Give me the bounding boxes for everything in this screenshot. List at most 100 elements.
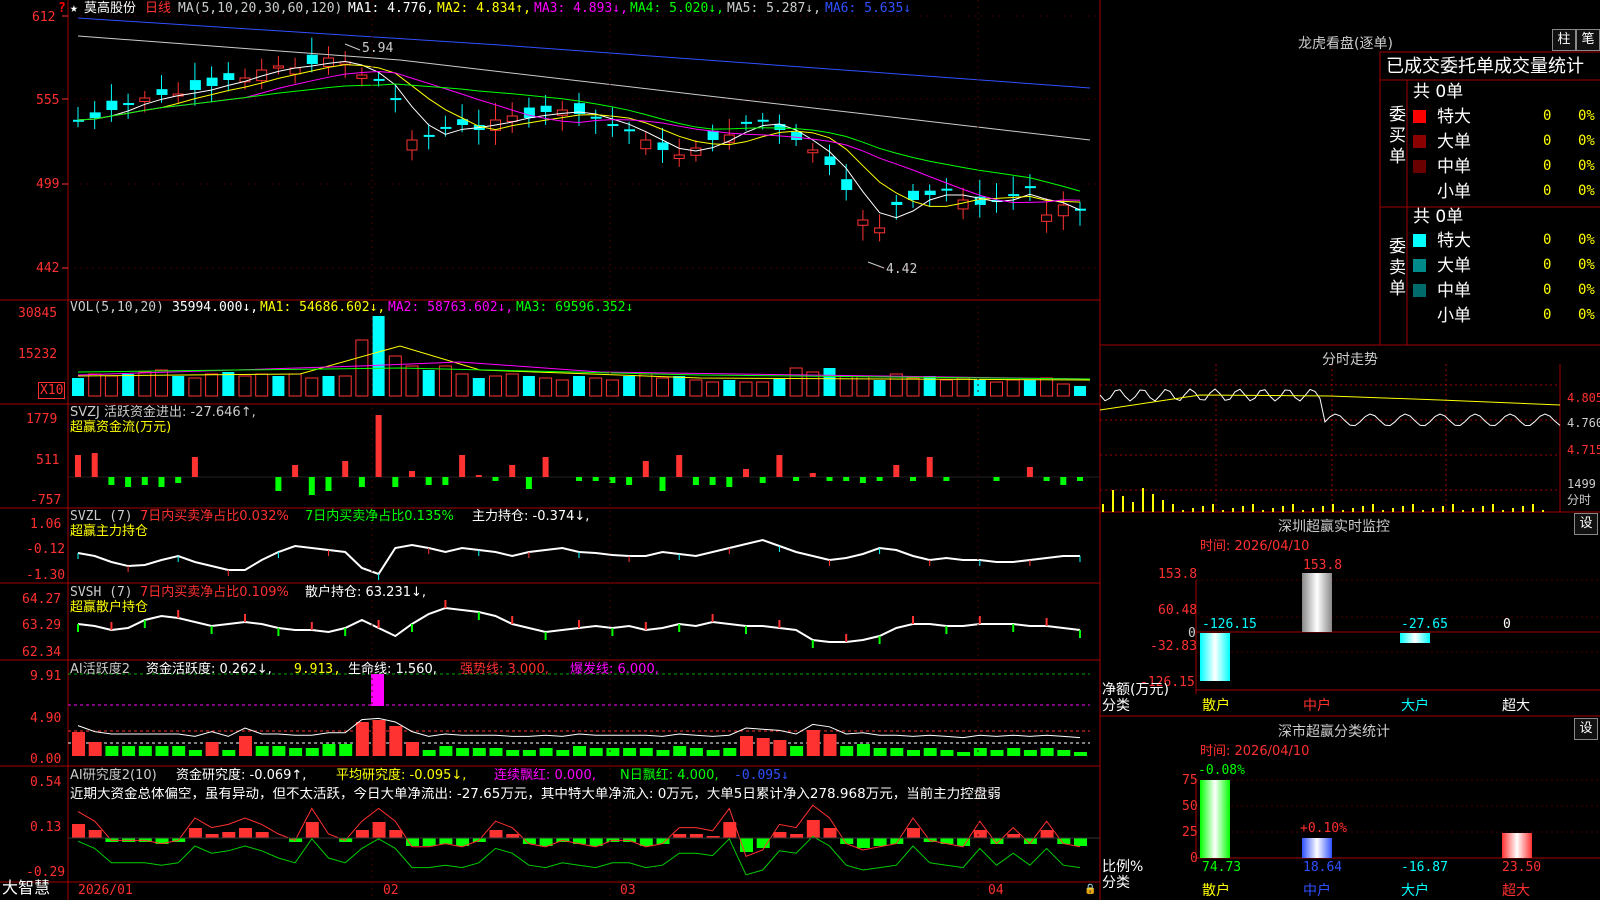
flow-bar (642, 461, 649, 477)
lock-icon[interactable]: 🔒 (1084, 882, 1096, 897)
volume-bar (706, 381, 720, 397)
tick-mode-button[interactable]: 笔 (1576, 29, 1600, 51)
sz-stats-axis-tick: 75 (1182, 773, 1198, 788)
period-label[interactable]: 日线 (145, 1, 171, 16)
activity-bar (239, 736, 252, 756)
order-color-swatch (1413, 309, 1426, 322)
activity-bar (489, 748, 503, 756)
intraday-average-line (1099, 394, 1561, 411)
research-bar (355, 830, 369, 838)
candle-body (406, 139, 418, 151)
activity-bar (890, 748, 904, 756)
order-size-label: 大单 (1437, 132, 1471, 152)
intraday-volume-bar (1302, 510, 1304, 512)
candle-body (941, 188, 953, 191)
research-bar (389, 830, 403, 838)
volume-bar (222, 372, 235, 396)
flow-bar (726, 477, 733, 487)
volume-bar (573, 376, 585, 396)
sz-stats-xlabel: 分类 (1102, 875, 1130, 891)
intraday-volume-bar (1472, 508, 1474, 512)
chart-canvas[interactable] (0, 0, 1600, 900)
sz-stats-settings-button[interactable]: 设 (1574, 718, 1598, 740)
intraday-volume-bar (1232, 508, 1234, 512)
vol-axis-tick: 30845 (18, 306, 58, 321)
candle-body (607, 124, 619, 127)
flow-bar (525, 477, 532, 489)
intraday-volume-bar (1112, 490, 1114, 512)
research-bar (372, 822, 386, 838)
low-marker (867, 261, 885, 269)
intraday-volume-bar (1252, 504, 1254, 512)
favorite-star-icon[interactable]: ★ (70, 1, 78, 16)
order-percent: 0% (1578, 232, 1595, 248)
order-size-label: 小单 (1437, 182, 1471, 202)
monitor-bar (1302, 573, 1332, 632)
stats-bar (1502, 833, 1532, 858)
flow-bar (743, 469, 749, 477)
activity-bar (673, 746, 687, 756)
flow-bar (893, 465, 900, 477)
order-percent: 0% (1578, 108, 1595, 124)
svzj-axis-tick: -757 (30, 493, 62, 508)
research-bar (1074, 838, 1087, 846)
ai-burst-line: 爆发线: 6.000, (570, 662, 659, 677)
order-size-label: 中单 (1437, 281, 1471, 301)
research-bar (439, 838, 453, 844)
svzl-axis-tick: -1.30 (26, 568, 66, 583)
activity-bar (322, 744, 336, 756)
flow-bar (108, 477, 115, 485)
activity-bar (138, 746, 152, 756)
activity-bar (422, 750, 436, 756)
intraday-volume-bar (1512, 508, 1514, 512)
help-icon[interactable]: ? (58, 1, 66, 16)
volume-bar (789, 367, 803, 397)
intraday-volume-bar (1102, 504, 1104, 512)
candle-body (707, 130, 719, 140)
activity-bar (606, 748, 620, 756)
sz-monitor-settings-button[interactable]: 设 (1574, 513, 1598, 535)
intraday-volume-bar (1342, 510, 1344, 512)
activity-bar (255, 746, 269, 756)
vol-ma2: MA2: 58763.602↓, (388, 300, 514, 315)
ai-active-max: 9.913, (294, 662, 341, 677)
ai-active-value: 资金活跃度: 0.262↓, (146, 662, 272, 677)
buy-total: 共 0单 (1413, 82, 1464, 102)
sz-stats-axis-tick: 25 (1182, 825, 1198, 840)
intraday-axis-tick: 4.760 (1567, 416, 1600, 430)
candle-body (306, 54, 318, 64)
intraday-volume-bar (1492, 504, 1494, 512)
candle-body (189, 80, 201, 90)
low-price-label: 4.42 (886, 262, 918, 277)
volume-bar (873, 380, 886, 396)
activity-bar (188, 750, 202, 756)
volume-bar (1006, 379, 1020, 397)
order-size-label: 中单 (1437, 157, 1471, 177)
intraday-volume-bar (1402, 506, 1404, 512)
research-bar (305, 822, 319, 838)
flow-bar (358, 477, 365, 487)
activity-bar (973, 748, 987, 756)
sz-monitor-category: 散户 (1202, 698, 1230, 714)
research-bar (773, 832, 787, 838)
volume-bar (238, 375, 252, 397)
flow-bar (292, 465, 299, 477)
order-color-swatch (1413, 234, 1426, 247)
activity-bar (740, 736, 753, 756)
activity-bar (372, 720, 386, 756)
stats-bar (1200, 780, 1230, 858)
candle-body (640, 139, 652, 150)
intraday-volume-bar (1292, 504, 1294, 512)
volume-bar (906, 377, 920, 397)
bar-mode-button[interactable]: 柱 (1552, 29, 1576, 51)
volume-bar (739, 381, 753, 397)
candle-body (123, 103, 135, 106)
ai-research-average: 平均研究度: -0.095↓, (336, 768, 467, 783)
volume-bar (122, 374, 135, 396)
candle-body (673, 154, 685, 160)
research-bar (188, 828, 202, 838)
activity-bar (222, 750, 236, 756)
volume-bar (104, 375, 118, 397)
high-price-label: 5.94 (362, 41, 394, 56)
longhu-stats-tab[interactable]: 已成交委托单成交量统计 (1386, 56, 1600, 78)
